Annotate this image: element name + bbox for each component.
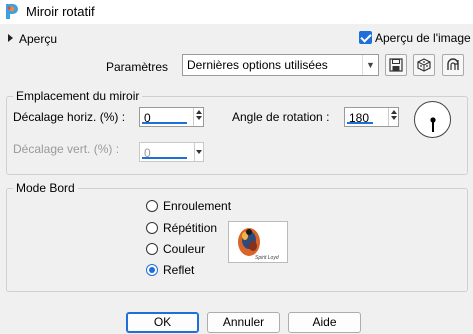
radio-enroulement[interactable]: Enroulement	[146, 199, 231, 213]
value-slider-bar	[142, 122, 187, 124]
spin-arrows[interactable]	[388, 108, 398, 126]
chevron-down-icon: ▼	[362, 55, 378, 75]
radio-label: Répétition	[163, 221, 218, 235]
apercu-image-checkbox[interactable]: Aperçu de l'image	[359, 31, 471, 45]
apercu-label: Aperçu	[19, 32, 58, 46]
radio-circle-icon	[146, 243, 158, 255]
decalage-vert-label: Décalage vert. (%) :	[13, 142, 120, 156]
mirror-group-title: Emplacement du miroir	[13, 89, 143, 103]
parametres-label: Paramètres	[106, 60, 169, 74]
radio-selected-icon	[146, 264, 158, 276]
random-dice-icon	[417, 58, 431, 72]
radio-couleur[interactable]: Couleur	[146, 242, 205, 256]
radio-reflet[interactable]: Reflet	[146, 263, 194, 277]
title-bar: Miroir rotatif	[0, 0, 473, 24]
paintshop-icon	[6, 4, 18, 19]
rotation-dial[interactable]	[414, 101, 451, 138]
save-icon	[389, 58, 403, 72]
reset-preset-button[interactable]	[442, 54, 464, 76]
cancel-button[interactable]: Annuler	[207, 312, 280, 333]
help-button[interactable]: Aide	[288, 312, 361, 333]
dropdown-arrow-icon	[194, 143, 203, 161]
edge-group-title: Mode Bord	[13, 181, 78, 195]
value-slider-bar	[347, 122, 373, 124]
ok-button[interactable]: OK	[126, 312, 199, 333]
apercu-toggle[interactable]: Aperçu	[8, 32, 57, 46]
preset-value: Dernières options utilisées	[187, 58, 328, 72]
decalage-vert-input: 0	[139, 142, 204, 162]
radio-circle-icon	[146, 200, 158, 212]
radio-label: Enroulement	[163, 199, 232, 213]
radio-circle-icon	[146, 222, 158, 234]
preset-select[interactable]: Dernières options utilisées ▼	[182, 54, 379, 76]
save-preset-button[interactable]	[385, 54, 407, 76]
radio-label: Couleur	[163, 242, 206, 256]
decalage-horiz-input[interactable]: 0	[139, 107, 204, 127]
angle-rotation-label: Angle de rotation :	[232, 110, 330, 124]
radio-label: Reflet	[163, 263, 195, 277]
window-title: Miroir rotatif	[26, 4, 95, 19]
dial-needle-icon	[430, 117, 436, 132]
checkbox-checked-icon	[359, 31, 372, 44]
decalage-horiz-label: Décalage horiz. (%) :	[13, 110, 126, 124]
radio-repetition[interactable]: Répétition	[146, 221, 217, 235]
value-slider-bar	[142, 157, 187, 159]
edge-preview-thumbnail: Spirit Loyd	[228, 221, 288, 263]
angle-rotation-input[interactable]: 180	[344, 107, 399, 127]
random-preset-button[interactable]	[413, 54, 435, 76]
spin-arrows[interactable]	[193, 108, 203, 126]
reset-icon	[447, 58, 459, 70]
expand-triangle-icon	[8, 34, 13, 42]
apercu-image-label: Aperçu de l'image	[375, 31, 471, 45]
thumbnail-signature: Spirit Loyd	[255, 255, 279, 261]
